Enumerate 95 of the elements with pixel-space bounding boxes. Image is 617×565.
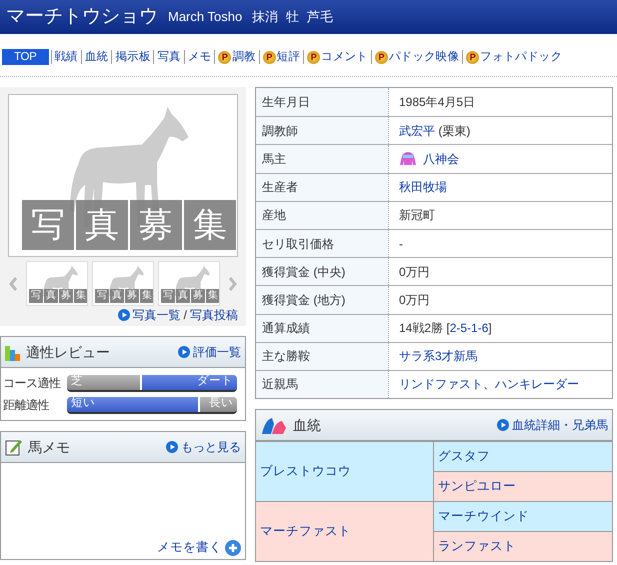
photo-thumbnail[interactable]: 写 真 募 集 [92,261,154,306]
table-cell: 馬主 [256,145,389,173]
chevron-left-icon[interactable] [8,276,18,292]
table-cell-text: (栗東) [437,122,470,140]
table-link[interactable]: サラ系3才新馬 [399,347,478,366]
caption-tile: 募 [130,200,182,250]
separator-text: / [184,307,187,324]
nav-tab[interactable]: 戦績 [50,50,81,64]
nav-tab[interactable]: P コメント [303,50,371,64]
caption-tile: 募 [59,289,73,303]
table-link[interactable]: 秋田牧場 [399,178,447,196]
table-cell-text: - [399,236,403,253]
table-cell: 生産者 [256,174,389,201]
coat-text: 芦毛 [307,8,334,26]
caption-tile: 集 [74,289,87,303]
nav-tab[interactable]: P 調教 [214,50,259,64]
panel-title: 適性レビュー [26,342,110,362]
table-cell-text: 0万円 [399,264,430,281]
play-icon [497,419,509,432]
table-cell-text: 1985年4月5日 [399,94,476,112]
caption-tile: 写 [22,200,74,250]
table-link[interactable]: 武宏平 [399,122,435,140]
table-cell: セリ取引価格 [256,230,389,258]
table-cell: 調教師 [256,117,389,144]
nav-tab[interactable]: メモ [184,50,214,64]
table-cell: 近親馬 [256,370,389,398]
caption-tile: 真 [76,200,128,250]
caption-tile: 集 [184,200,236,250]
play-icon [118,309,130,321]
table-cell-text: 0万円 [399,292,430,309]
table-link[interactable]: 2-5-1-6 [450,319,488,338]
table-cell-text: ] [488,320,492,338]
aptitude-fill: 短い [67,396,198,412]
caption-tile: 写 [161,289,175,303]
horse-link[interactable]: マーチファスト [260,522,351,541]
caption-tile: 真 [44,289,58,303]
table-cell: 生年月日 [256,88,389,116]
premium-badge: P [374,50,388,64]
play-icon [166,441,178,453]
caption-tile: 真 [110,289,124,303]
caption-tile: 集 [206,289,219,303]
more-link[interactable]: もっと見る [166,438,241,456]
nav-tab[interactable]: P フォトパドック [462,50,566,64]
table-cell-text: 新冠町 [399,207,435,224]
panel-title: 血統 [293,416,321,435]
aptitude-fill: ダート [140,374,237,390]
table-link[interactable]: 八神会 [423,150,459,168]
premium-badge: P [262,50,276,64]
chevron-right-icon[interactable] [228,276,238,292]
nav-tab[interactable]: TOP [2,49,49,65]
horse-link[interactable]: ランファスト [438,537,516,556]
status-text: 抹消 [252,8,278,26]
nav-tab[interactable]: 掲示板 [111,50,154,64]
more-link[interactable]: 血統詳細・兄弟馬 [497,416,608,434]
premium-badge: P [307,50,320,64]
horse-link[interactable]: サンピユロー [438,477,516,496]
write-memo-link[interactable]: メモを書く [157,538,241,557]
more-link[interactable]: 評価一覧 [178,343,241,361]
caption-tile: 真 [176,289,190,303]
caption-tile: 写 [95,289,109,303]
play-icon [178,346,190,358]
plus-icon [225,540,241,556]
horse-name-english: March Tosho [168,8,242,26]
caption-tile: 写 [29,289,43,303]
premium-badge: P [218,50,232,64]
caption-tile: 募 [191,289,205,303]
photo-post-link[interactable]: 写真投稿 [190,306,238,324]
premium-badge: P [466,50,480,64]
aptitude-label: コース適性 [3,375,62,392]
nav-tab[interactable]: 写真 [153,50,184,64]
table-cell: 産地 [256,202,389,229]
panel-title: 馬メモ [28,438,70,456]
horse-link[interactable]: グスタフ [438,447,490,466]
nav-tab[interactable]: P 短評 [258,50,304,64]
caption-tile: 集 [140,289,153,303]
table-cell-text: 14戦2勝 [ [399,320,450,338]
table-cell: 獲得賞金 (地方) [256,286,389,314]
table-cell: 通算成績 [256,314,389,342]
aptitude-label: 距離適性 [3,397,50,414]
memo-pencil-icon [5,438,23,456]
photo-thumbnail[interactable]: 写 真 募 集 [26,261,88,306]
bar-chart-icon [5,343,21,361]
photo-thumbnail[interactable]: 写 真 募 集 [158,261,220,306]
table-cell: 獲得賞金 (中央) [256,258,389,286]
caption-tile: 募 [125,289,139,303]
table-cell: 主な勝鞍 [256,342,389,370]
horse-link[interactable]: ブレストウコウ [260,462,351,481]
aptitude-rest: 長い [198,396,237,412]
nav-tab[interactable]: 血統 [80,50,112,64]
photo-list-link[interactable]: 写真一覧 [132,306,181,324]
horse-name: マーチトウショウ [6,4,158,29]
horse-link[interactable]: マーチウインド [438,507,529,526]
nav-tab[interactable]: P パドック映像 [370,50,462,64]
sex-text: 牡 [286,8,300,26]
table-link[interactable]: リンドファスト、ハンキレーダー [399,375,579,394]
